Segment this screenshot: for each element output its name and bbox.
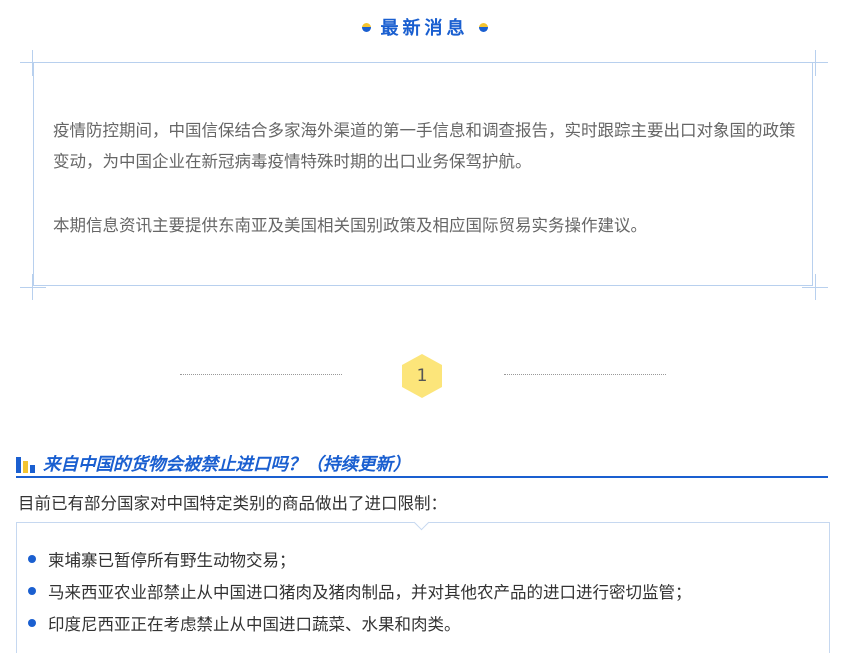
section-title: 最新消息 (380, 18, 469, 39)
bullet-icon (28, 587, 36, 595)
article-header: 来自中国的货物会被禁止进口吗？（持续更新） (16, 451, 828, 478)
list-item: 印度尼西亚正在考虑禁止从中国进口蔬菜、水果和肉类。 (28, 607, 692, 639)
bullet-icon (28, 619, 36, 627)
dot-icon-right (478, 22, 488, 32)
list-item: 马来西亚农业部禁止从中国进口猪肉及猪肉制品，并对其他农产品的进口进行密切监管； (28, 575, 692, 607)
section-header: 最新消息 (0, 12, 849, 42)
dot-icon-left (361, 22, 371, 32)
step-number: 1 (416, 366, 428, 386)
notice-paragraph-1: 疫情防控期间，中国信保结合多家海外渠道的第一手信息和调查报告，实时跟踪主要出口对… (53, 121, 796, 171)
article-intro: 目前已有部分国家对中国特定类别的商品做出了进口限制： (18, 494, 447, 513)
notice-paragraph-2: 本期信息资讯主要提供东南亚及美国相关国别政策及相应国际贸易实务操作建议。 (53, 216, 647, 235)
bullet-icon (28, 555, 36, 563)
divider-line-left (180, 374, 342, 375)
notice-frame: 疫情防控期间，中国信保结合多家海外渠道的第一手信息和调查报告，实时跟踪主要出口对… (20, 50, 828, 300)
restriction-list: 柬埔寨已暂停所有野生动物交易； 马来西亚农业部禁止从中国进口猪肉及猪肉制品，并对… (28, 543, 692, 639)
article-title: 来自中国的货物会被禁止进口吗？（持续更新） (43, 455, 411, 475)
list-item: 柬埔寨已暂停所有野生动物交易； (28, 543, 692, 575)
bar-chart-icon (16, 455, 37, 473)
step-badge: 1 (402, 354, 442, 398)
notice-box: 疫情防控期间，中国信保结合多家海外渠道的第一手信息和调查报告，实时跟踪主要出口对… (33, 62, 813, 286)
divider-line-right (504, 374, 666, 375)
